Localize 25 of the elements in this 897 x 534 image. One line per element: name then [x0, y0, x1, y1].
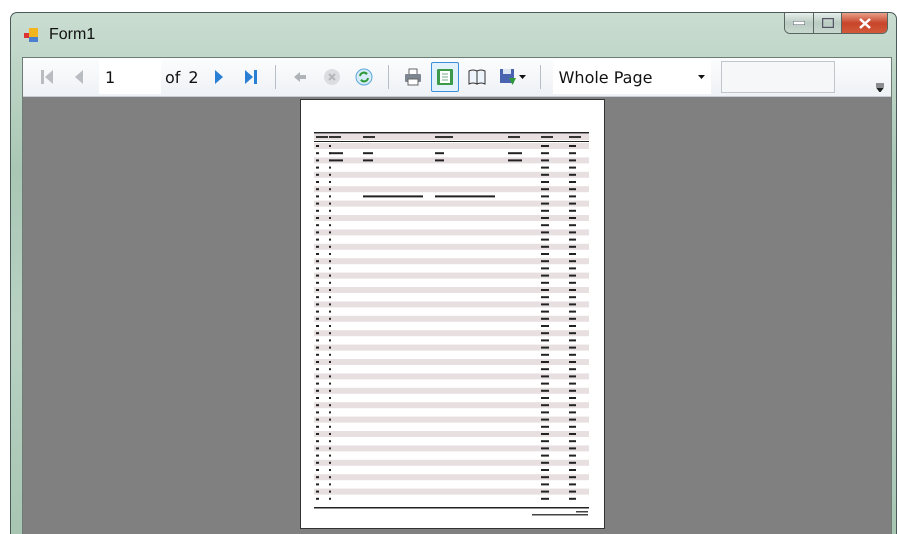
first-page-icon	[38, 68, 56, 86]
window-title: Form1	[49, 26, 96, 44]
minimize-icon	[793, 21, 805, 25]
page-number-field[interactable]: 1	[99, 60, 161, 94]
minimize-button[interactable]	[785, 13, 813, 33]
page-count-text: 2	[188, 68, 199, 86]
print-layout-button[interactable]	[430, 62, 459, 92]
close-icon	[858, 18, 872, 28]
overflow-icon	[876, 83, 884, 92]
maximize-icon	[822, 18, 834, 28]
next-page-icon	[214, 70, 223, 84]
open-book-icon	[468, 68, 486, 86]
close-button[interactable]	[841, 13, 887, 33]
page-count-text: of	[165, 68, 180, 86]
page-layout-icon	[436, 68, 454, 86]
refresh-icon	[354, 68, 373, 86]
previous-page-icon	[75, 70, 83, 84]
dropdown-caret-icon	[698, 75, 705, 79]
maximize-button[interactable]	[813, 13, 841, 33]
search-field[interactable]	[720, 61, 835, 93]
app-icon	[23, 26, 41, 44]
caret-icon	[518, 75, 526, 79]
printer-icon	[404, 68, 422, 86]
stop-icon	[322, 68, 341, 86]
zoom-dropdown[interactable]: Whole Page	[552, 60, 711, 94]
